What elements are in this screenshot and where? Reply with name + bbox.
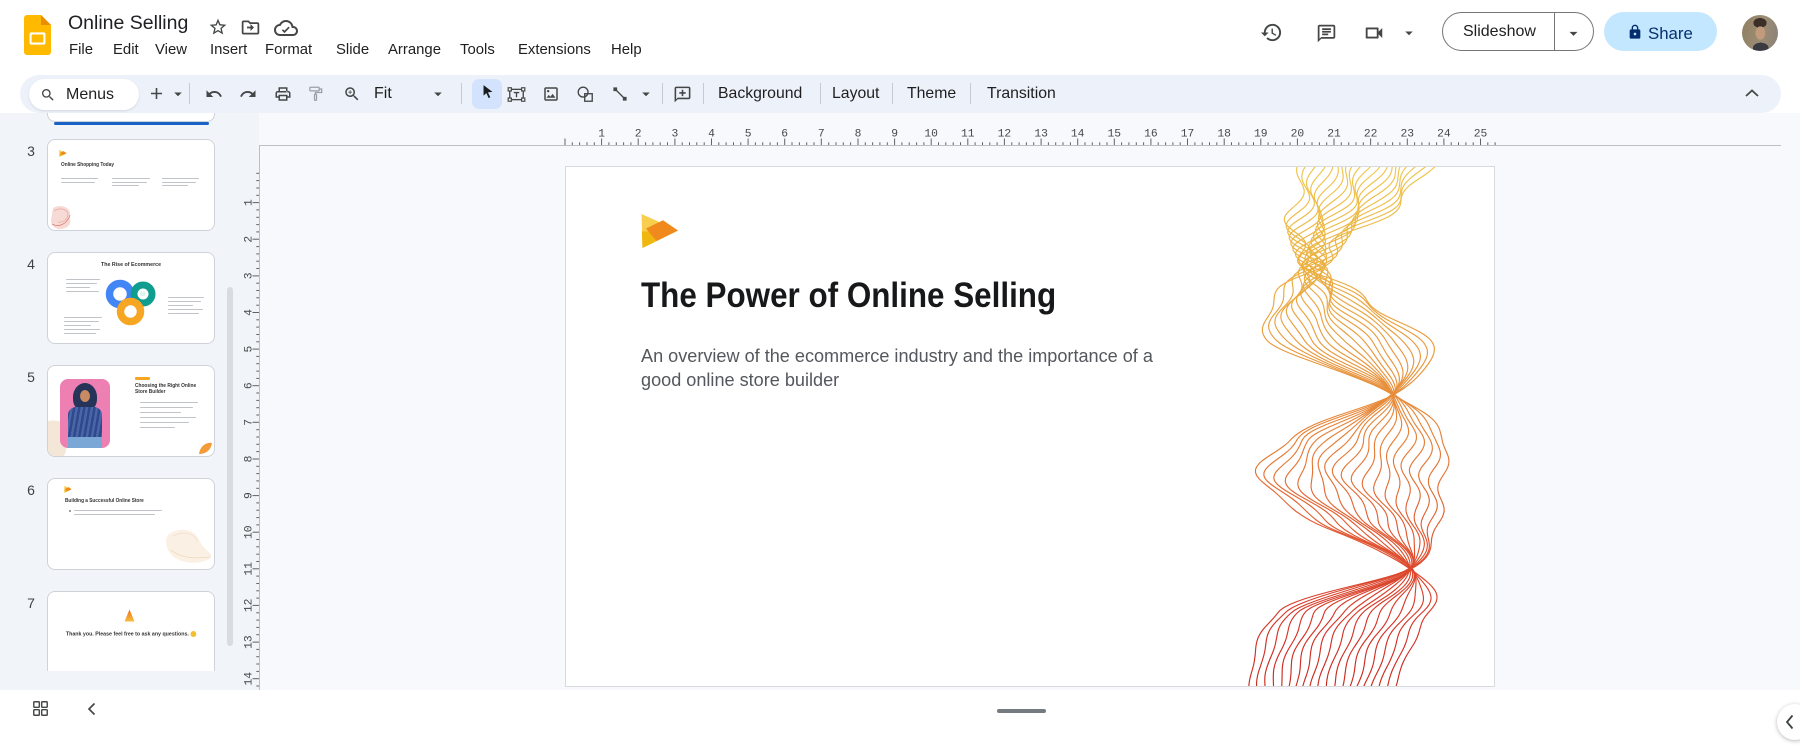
svg-text:7: 7 <box>818 129 825 141</box>
svg-text:7: 7 <box>243 419 255 426</box>
svg-text:12: 12 <box>998 129 1012 141</box>
svg-text:10: 10 <box>924 129 938 141</box>
svg-text:13: 13 <box>1034 129 1048 141</box>
svg-text:23: 23 <box>1401 129 1415 141</box>
svg-text:14: 14 <box>243 672 255 686</box>
svg-text:18: 18 <box>1217 129 1231 141</box>
svg-text:13: 13 <box>243 635 255 649</box>
svg-text:3: 3 <box>243 272 255 279</box>
svg-text:9: 9 <box>891 129 898 141</box>
svg-text:24: 24 <box>1437 129 1451 141</box>
svg-text:16: 16 <box>1144 129 1158 141</box>
svg-text:12: 12 <box>243 599 255 613</box>
svg-text:2: 2 <box>243 236 255 243</box>
svg-text:21: 21 <box>1327 129 1341 141</box>
svg-text:17: 17 <box>1181 129 1195 141</box>
svg-text:3: 3 <box>672 129 679 141</box>
svg-text:8: 8 <box>243 455 255 462</box>
svg-text:1: 1 <box>598 129 605 141</box>
svg-text:2: 2 <box>635 129 642 141</box>
svg-text:5: 5 <box>745 129 752 141</box>
svg-text:25: 25 <box>1474 129 1488 141</box>
svg-text:4: 4 <box>708 129 715 141</box>
svg-text:6: 6 <box>781 129 788 141</box>
svg-text:11: 11 <box>961 129 975 141</box>
svg-text:22: 22 <box>1364 129 1378 141</box>
svg-text:11: 11 <box>243 562 255 576</box>
svg-text:6: 6 <box>243 382 255 389</box>
svg-text:9: 9 <box>243 492 255 499</box>
svg-text:19: 19 <box>1254 129 1268 141</box>
svg-text:15: 15 <box>1108 129 1122 141</box>
svg-text:5: 5 <box>243 345 255 352</box>
svg-text:1: 1 <box>243 199 255 206</box>
svg-text:8: 8 <box>855 129 862 141</box>
svg-text:20: 20 <box>1291 129 1305 141</box>
svg-text:10: 10 <box>243 525 255 539</box>
svg-text:14: 14 <box>1071 129 1085 141</box>
svg-text:4: 4 <box>243 309 255 316</box>
